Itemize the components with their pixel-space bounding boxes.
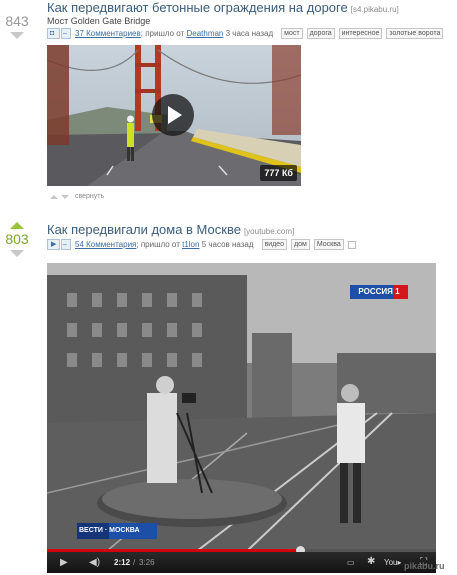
corner-logo: ВЕСТИ · МОСКВА bbox=[79, 527, 140, 534]
vote-up-icon[interactable] bbox=[10, 222, 24, 229]
gear-icon[interactable]: ✱ bbox=[367, 557, 375, 567]
tag[interactable]: золотые ворота bbox=[386, 28, 444, 39]
collapse-down-icon bbox=[61, 194, 69, 199]
tag-add-icon[interactable] bbox=[347, 240, 356, 249]
vote-down-icon[interactable] bbox=[10, 32, 24, 39]
collapse-up-icon bbox=[50, 194, 58, 199]
post-title-row: Как передвигали дома в Москве [youtube.co… bbox=[47, 222, 294, 237]
rating: 803 bbox=[5, 231, 29, 247]
post-meta: ◘ – 37 Комментариев ; пришло от Deathman… bbox=[47, 28, 444, 39]
comments-link[interactable]: 37 Комментариев bbox=[75, 29, 141, 38]
play-icon[interactable]: ▶ bbox=[60, 558, 68, 568]
post-title-link[interactable]: Как передвигают бетонные ограждения на д… bbox=[47, 0, 348, 15]
time-separator: / bbox=[133, 558, 136, 567]
collapse-label: свернуть bbox=[75, 193, 105, 200]
photo-icon[interactable]: ◘ bbox=[47, 28, 60, 39]
came-from-label: ; пришло от bbox=[136, 240, 180, 249]
tag[interactable]: мост bbox=[281, 28, 303, 39]
vote-box: 803 bbox=[0, 222, 34, 257]
video-frame bbox=[47, 263, 436, 551]
time-current: 2:12 bbox=[114, 558, 131, 567]
post-title-link[interactable]: Как передвигали дома в Москве bbox=[47, 222, 241, 237]
tag[interactable]: дом bbox=[291, 239, 310, 250]
collapse-control[interactable]: свернуть bbox=[50, 193, 104, 200]
video-icon[interactable]: ▶ bbox=[47, 239, 60, 250]
post-source: [s4.pikabu.ru] bbox=[350, 5, 399, 14]
play-icon[interactable] bbox=[152, 94, 194, 136]
came-from-label: ; пришло от bbox=[140, 29, 185, 38]
volume-icon[interactable]: ◀) bbox=[89, 558, 100, 568]
video-player[interactable]: РОССИЯ 1 ВЕСТИ · МОСКВА ▶ ◀) 2:12 / 3:26… bbox=[47, 263, 436, 573]
file-size-badge: 777 Кб bbox=[260, 165, 297, 181]
minus-icon[interactable]: – bbox=[61, 28, 71, 39]
vote-box: 843 bbox=[0, 4, 34, 39]
tag[interactable]: дорога bbox=[306, 28, 335, 39]
post-source: [youtube.com] bbox=[243, 227, 295, 236]
gif-preview[interactable]: 777 Кб bbox=[47, 45, 301, 186]
comments-link[interactable]: 54 Комментария bbox=[75, 240, 136, 249]
post-title-row: Как передвигают бетонные ограждения на д… bbox=[47, 0, 399, 15]
time-total: 3:26 bbox=[139, 558, 155, 567]
post-meta: ▶ – 54 Комментария ; пришло от t1lon 5 ч… bbox=[47, 239, 356, 250]
tag[interactable]: Москва bbox=[313, 239, 344, 250]
tag[interactable]: видео bbox=[261, 239, 288, 250]
youtube-logo-icon[interactable]: You▸ bbox=[384, 558, 402, 568]
vote-down-icon[interactable] bbox=[10, 250, 24, 257]
channel-logo: РОССИЯ 1 bbox=[358, 287, 400, 296]
author-link[interactable]: Deathman bbox=[186, 29, 223, 38]
minus-icon[interactable]: – bbox=[61, 239, 71, 250]
captions-icon[interactable]: ▭ bbox=[347, 558, 355, 568]
author-link[interactable]: t1lon bbox=[182, 240, 199, 249]
post-time: 5 часов назад bbox=[201, 240, 254, 249]
watermark: pikabu.ru bbox=[404, 561, 445, 571]
post-subtitle: Мост Golden Gate Bridge bbox=[47, 16, 151, 26]
player-controls: ▶ ◀) 2:12 / 3:26 ▭ ✱ You▸ ⛶ bbox=[47, 552, 436, 573]
rating: 843 bbox=[5, 13, 29, 29]
tag[interactable]: интересное bbox=[338, 28, 383, 39]
post-time: 3 часа назад bbox=[225, 29, 274, 38]
